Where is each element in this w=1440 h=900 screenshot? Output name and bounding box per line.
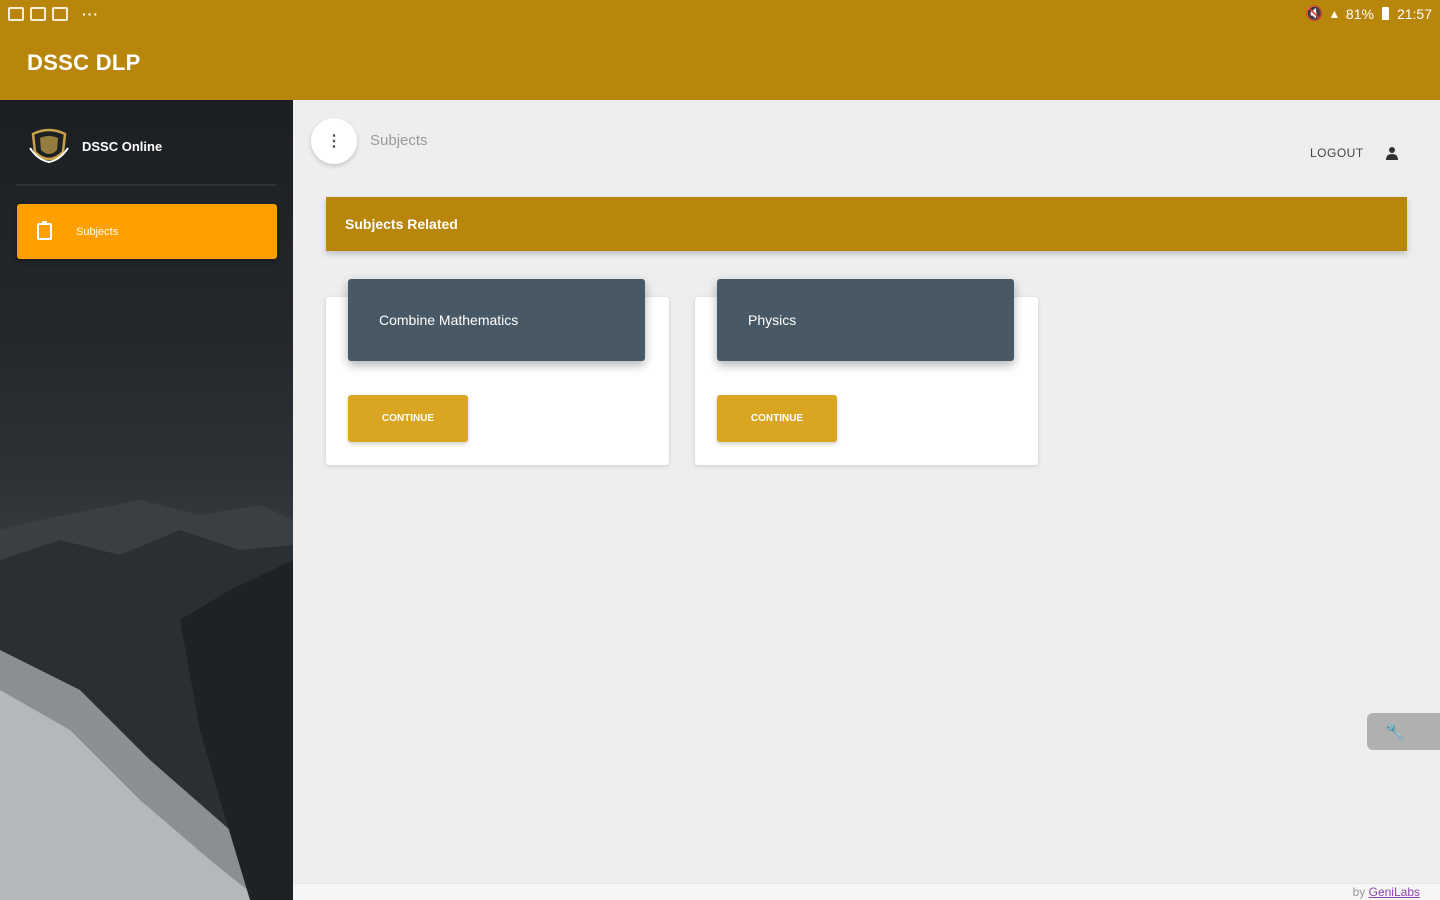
main-content: ⋮ Subjects LOGOUT Subjects Related Combi…	[293, 100, 1440, 900]
battery-percent: 81%	[1345, 5, 1374, 22]
battery-icon	[1381, 7, 1389, 20]
sidebar-brand: DSSC Online	[28, 126, 162, 166]
status-bar-right: 🔇 ▴ 81% 21:57	[1305, 5, 1432, 22]
image-icon	[8, 7, 24, 21]
settings-tab-button[interactable]: 🔧	[1367, 713, 1440, 750]
status-bar-left: ···	[8, 6, 99, 22]
subject-card-header: Physics	[717, 279, 1014, 361]
subject-card: Combine Mathematics CONTINUE	[326, 279, 669, 465]
gallery-icon	[52, 7, 68, 21]
signal-icon: ▴	[1330, 5, 1338, 21]
page-title: Subjects	[370, 132, 428, 149]
sidebar: DSSC Online Subjects	[0, 100, 293, 900]
subject-card: Physics CONTINUE	[695, 279, 1038, 465]
menu-toggle-button[interactable]: ⋮	[311, 118, 357, 164]
sidebar-item-subjects[interactable]: Subjects	[17, 204, 277, 259]
school-crest-logo	[29, 128, 69, 164]
person-icon[interactable]	[1386, 146, 1398, 160]
mountain-background	[0, 500, 293, 900]
credit-link[interactable]: GeniLabs	[1369, 885, 1420, 899]
credit-prefix: by	[1352, 885, 1366, 899]
wrench-icon: 🔧	[1385, 723, 1405, 741]
youtube-icon	[30, 7, 46, 21]
sidebar-divider	[16, 184, 276, 186]
logout-button[interactable]: LOGOUT	[1310, 146, 1364, 160]
mute-icon: 🔇	[1305, 5, 1323, 21]
app-title: DSSC DLP	[27, 50, 141, 75]
more-vert-icon: ⋮	[326, 133, 342, 150]
sidebar-item-label: Subjects	[76, 225, 119, 238]
subject-title: Combine Mathematics	[379, 312, 519, 328]
section-title: Subjects Related	[345, 216, 458, 232]
subject-card-header: Combine Mathematics	[348, 279, 645, 361]
brand-name: DSSC Online	[82, 138, 163, 154]
footer-credit: by GeniLabs	[1353, 885, 1420, 899]
subject-title: Physics	[748, 312, 797, 328]
continue-button[interactable]: CONTINUE	[348, 395, 468, 442]
footer: by GeniLabs	[293, 883, 1440, 900]
continue-button[interactable]: CONTINUE	[717, 395, 837, 442]
more-notifications-icon: ···	[82, 6, 99, 22]
section-header: Subjects Related	[326, 197, 1407, 251]
clipboard-icon	[37, 221, 52, 240]
clock: 21:57	[1396, 5, 1432, 22]
app-bar: ··· 🔇 ▴ 81% 21:57 DSSC DLP	[0, 0, 1440, 100]
